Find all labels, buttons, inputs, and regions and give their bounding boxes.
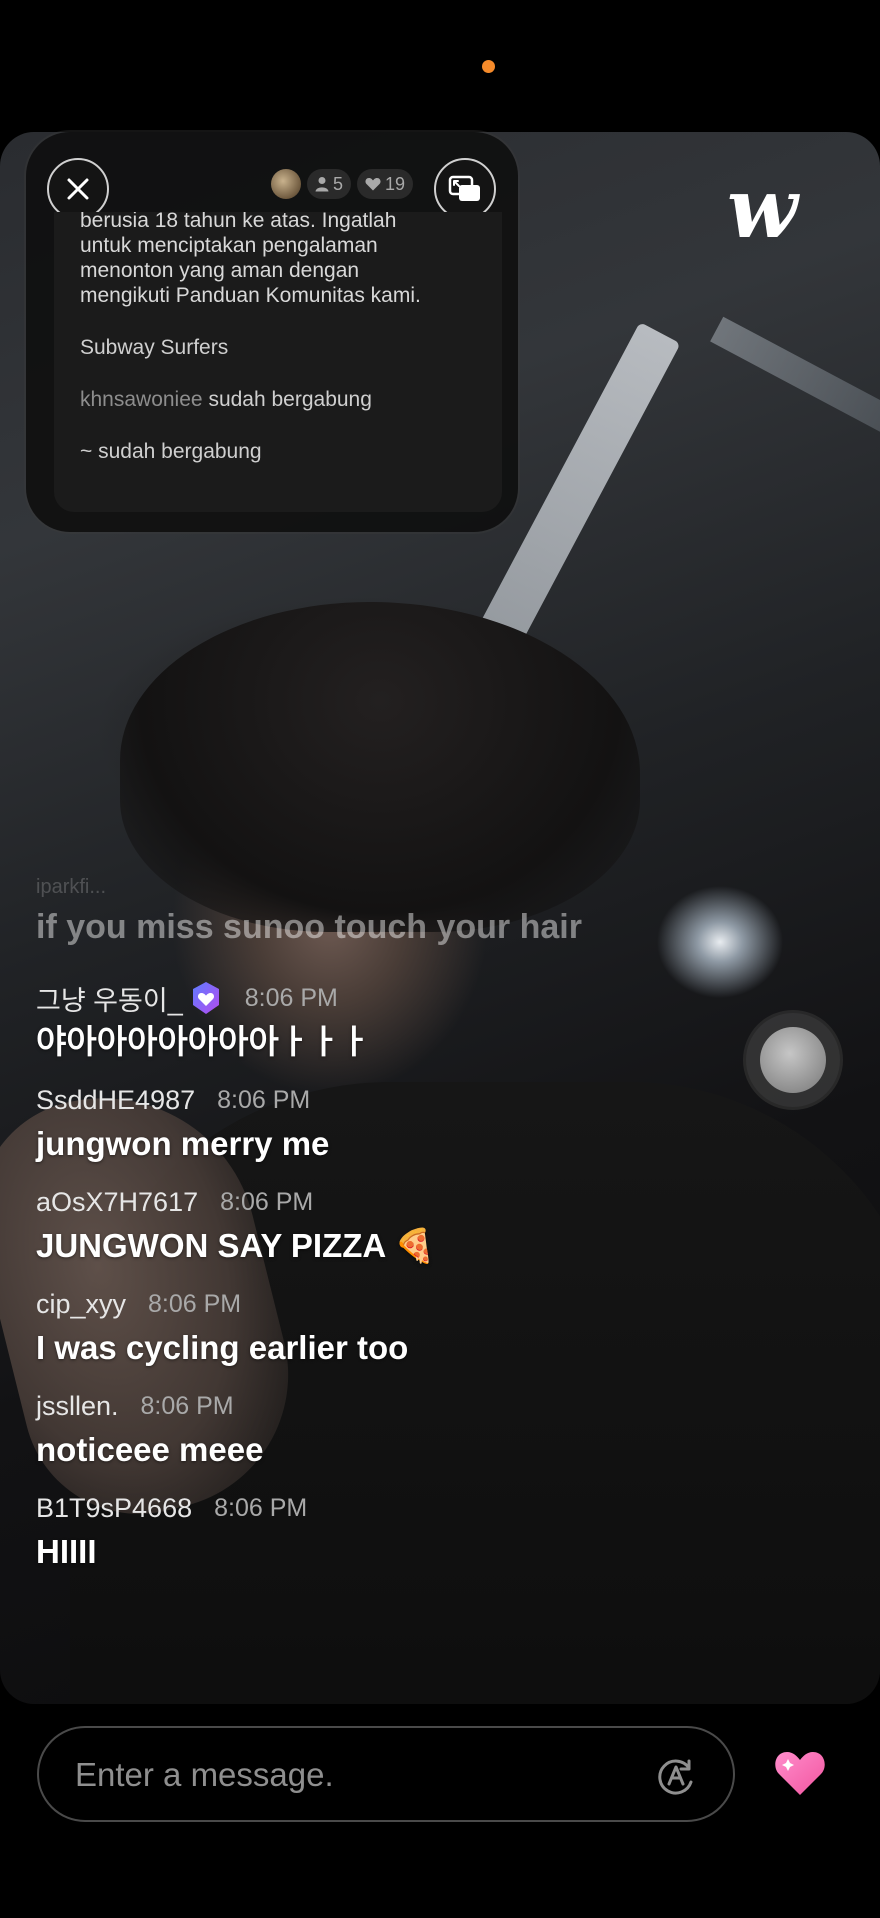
notice-messages: berusia 18 tahun ke atas. Ingatlah untuk…: [54, 212, 502, 512]
join-text: sudah bergabung: [98, 440, 262, 463]
join-username: khnsawoniee: [80, 388, 203, 411]
chat-text: HIIII: [36, 1533, 97, 1570]
chat-text: noticeee meee: [36, 1431, 264, 1468]
chat-username[interactable]: B1T9sP4668: [36, 1493, 192, 1524]
chat-text: JUNGWON SAY PIZZA 🍕: [36, 1227, 436, 1264]
chat-message: cip_xyy 8:06 PM I was cycling earlier to…: [36, 1286, 796, 1368]
notice-line: menonton yang aman dengan: [80, 259, 360, 282]
message-input[interactable]: [73, 1750, 637, 1800]
live-info-panel: 5 19 berusia 18 tahun ke atas. Ingatlah …: [26, 132, 518, 532]
chat-message: jssllen. 8:06 PM noticeee meee: [36, 1388, 796, 1470]
chat-message: B1T9sP4668 8:06 PM HIIII: [36, 1490, 796, 1572]
faded-chat-username: iparkfi...: [36, 876, 107, 898]
chat-username[interactable]: cip_xyy: [36, 1289, 126, 1320]
notice-line: berusia 18 tahun ke atas. Ingatlah: [80, 212, 397, 232]
chat-message: 그냥 우동이_ 8:06 PM 야아아아아아아아ㅏㅏㅏ: [36, 980, 796, 1062]
live-title: Subway Surfers: [80, 336, 229, 359]
chat-message: aOsX7H7617 8:06 PM JUNGWON SAY PIZZA 🍕: [36, 1184, 796, 1266]
heart-like-button[interactable]: [773, 1748, 827, 1798]
close-button[interactable]: [47, 158, 109, 220]
viewer-count: 5: [333, 173, 344, 194]
like-count-pill: 19: [357, 169, 414, 199]
chat-timestamp: 8:06 PM: [148, 1289, 242, 1318]
chat-text: 야아아아아아아아ㅏㅏㅏ: [36, 1023, 370, 1060]
chat-timestamp: 8:06 PM: [244, 983, 338, 1012]
chat-username[interactable]: aOsX7H7617: [36, 1187, 198, 1218]
live-stats: 5 19: [271, 169, 414, 199]
weverse-logo: w: [727, 161, 798, 257]
like-count: 19: [385, 173, 406, 194]
chat-timestamp: 8:06 PM: [214, 1493, 308, 1522]
heart-icon: [365, 178, 381, 191]
viewer-count-pill: 5: [307, 169, 352, 199]
join-username: ~: [80, 440, 93, 463]
close-icon: [67, 178, 89, 200]
chat-username[interactable]: jssllen.: [36, 1391, 119, 1422]
chat-list: 그냥 우동이_ 8:06 PM 야아아아아아아아ㅏㅏㅏ SsddHE4987 8…: [36, 980, 796, 1592]
notice-line: untuk menciptakan pengalaman: [80, 234, 378, 257]
chat-username[interactable]: SsddHE4987: [36, 1085, 195, 1116]
chat-timestamp: 8:06 PM: [140, 1391, 234, 1420]
verified-badge-icon: [189, 981, 223, 1015]
join-text: sudah bergabung: [208, 388, 372, 411]
chat-timestamp: 8:06 PM: [220, 1187, 314, 1216]
picture-in-picture-button[interactable]: [434, 158, 496, 220]
chat-timestamp: 8:06 PM: [217, 1085, 311, 1114]
picture-in-picture-icon: [448, 175, 480, 201]
person-icon: [315, 177, 329, 192]
faded-chat-message: if you miss sunoo touch your hair: [36, 908, 582, 946]
host-avatar: [271, 169, 301, 199]
chat-text: jungwon merry me: [36, 1125, 330, 1162]
chat-message: SsddHE4987 8:06 PM jungwon merry me: [36, 1082, 796, 1164]
join-notice: khnsawoniee sudah bergabung: [80, 388, 372, 412]
translate-icon[interactable]: [654, 1754, 698, 1798]
notice-line: mengikuti Panduan Komunitas kami.: [80, 284, 421, 307]
message-composer: [37, 1726, 735, 1822]
floating-action-button[interactable]: [743, 1010, 843, 1110]
chat-username[interactable]: 그냥 우동이_: [36, 979, 183, 1018]
status-indicator-dot: [482, 60, 495, 73]
chat-text: I was cycling earlier too: [36, 1329, 409, 1366]
join-notice: ~ sudah bergabung: [80, 440, 262, 464]
